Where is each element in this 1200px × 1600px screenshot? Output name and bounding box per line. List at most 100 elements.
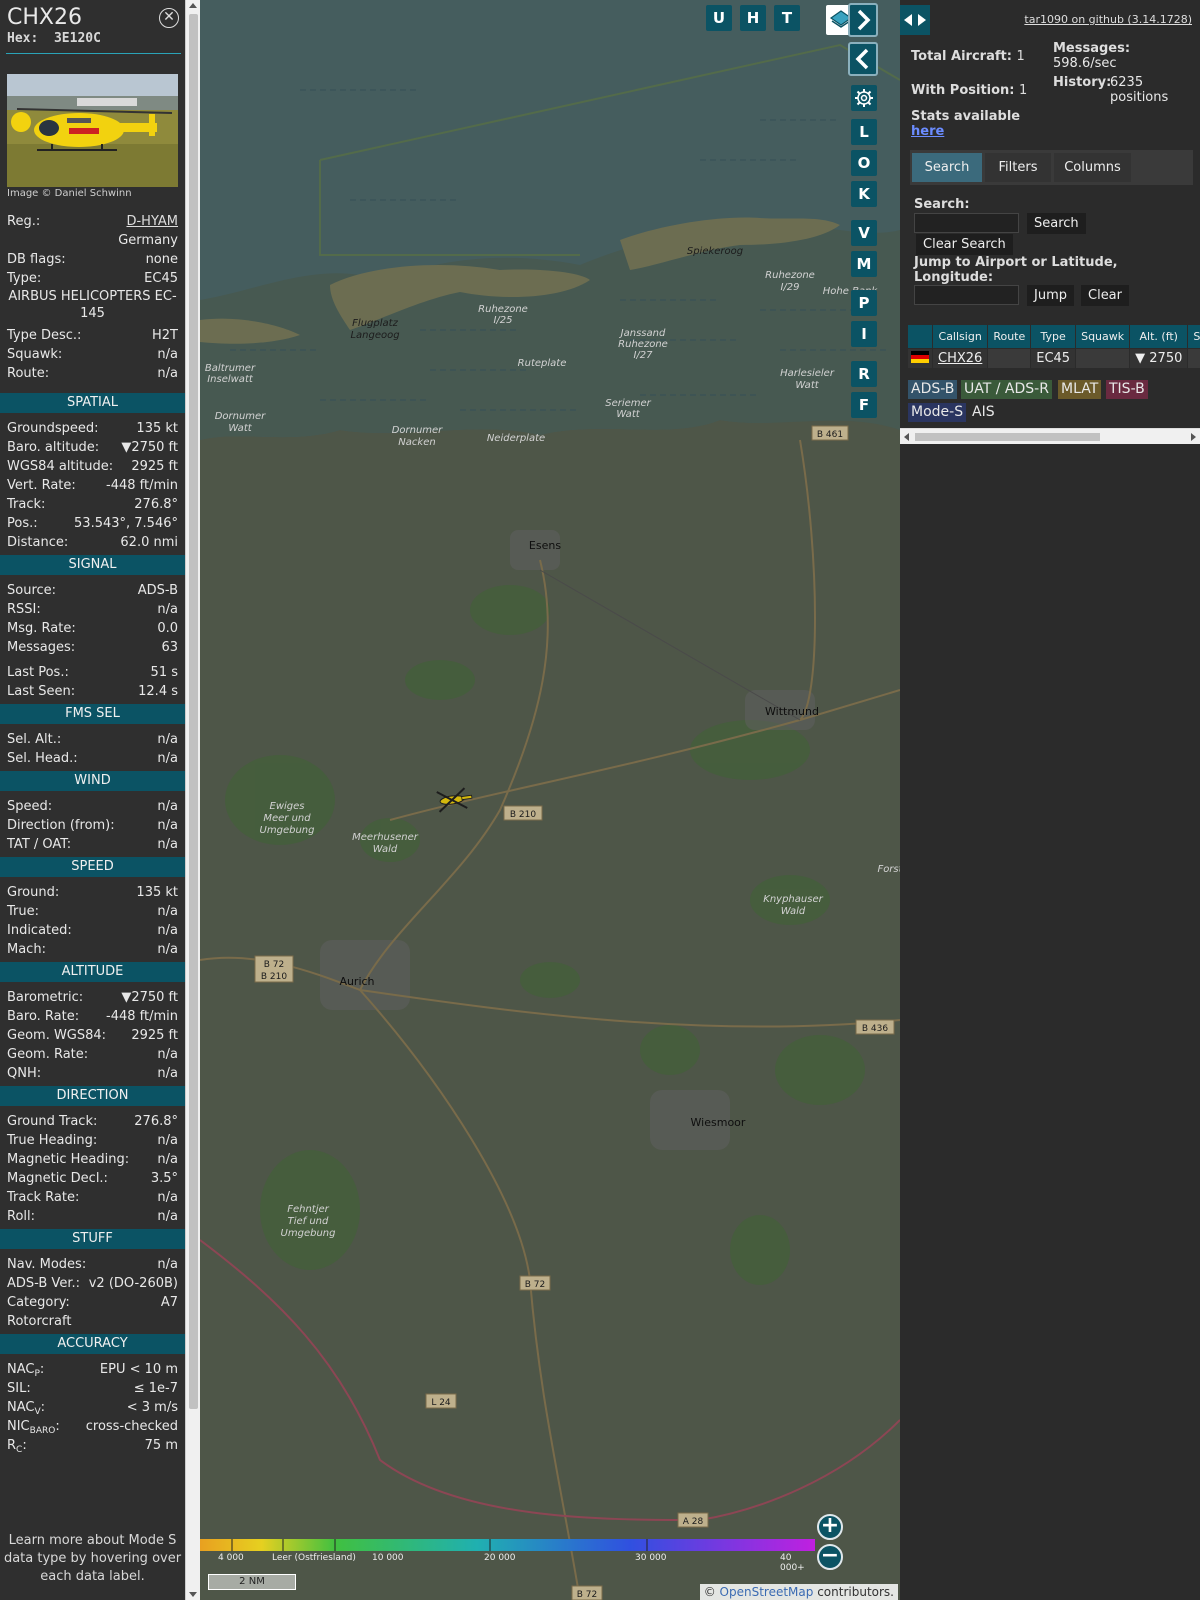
info-key[interactable]: Ground: bbox=[7, 883, 59, 902]
column-header[interactable]: Squawk bbox=[1075, 324, 1131, 349]
info-key[interactable]: Sel. Head.: bbox=[7, 749, 78, 768]
info-key[interactable]: RC: bbox=[7, 1436, 27, 1460]
search-input[interactable] bbox=[914, 213, 1019, 233]
map-button-f[interactable]: F bbox=[851, 392, 877, 418]
badge-modes[interactable]: Mode-S bbox=[908, 403, 967, 422]
map-button-o[interactable]: O bbox=[851, 150, 877, 176]
badge-uat[interactable]: UAT / ADS-R bbox=[961, 380, 1052, 399]
collapse-panel-button[interactable] bbox=[848, 42, 878, 76]
info-key[interactable]: RSSI: bbox=[7, 600, 41, 619]
info-key[interactable]: Last Seen: bbox=[7, 682, 75, 701]
info-key[interactable]: Category: bbox=[7, 1293, 70, 1312]
zoom-in-icon[interactable]: + bbox=[817, 1514, 843, 1540]
scroll-down-icon[interactable] bbox=[189, 1592, 197, 1597]
info-key-text: Track Rate: bbox=[7, 1190, 80, 1205]
info-key[interactable]: Source: bbox=[7, 581, 56, 600]
info-key[interactable]: ADS-B Ver.: bbox=[7, 1274, 80, 1293]
jump-button[interactable]: Jump bbox=[1027, 285, 1074, 306]
map-button-u[interactable]: U bbox=[706, 5, 732, 31]
map-button-m[interactable]: M bbox=[851, 251, 877, 277]
close-icon[interactable]: ✕ bbox=[159, 8, 179, 28]
stats-here-link[interactable]: here bbox=[911, 124, 944, 139]
jump-input[interactable] bbox=[914, 285, 1019, 305]
scroll-right-icon[interactable] bbox=[1191, 433, 1196, 441]
callsign-link[interactable]: CHX26 bbox=[938, 351, 982, 366]
info-key[interactable]: Baro. altitude: bbox=[7, 438, 99, 457]
clear-search-button[interactable]: Clear Search bbox=[916, 234, 1013, 255]
search-button[interactable]: Search bbox=[1027, 213, 1086, 234]
column-header[interactable]: Spd bbox=[1187, 324, 1200, 349]
info-key[interactable]: Last Pos.: bbox=[7, 663, 69, 682]
info-key[interactable]: Indicated: bbox=[7, 921, 72, 940]
info-key[interactable]: Mach: bbox=[7, 940, 46, 959]
info-key[interactable]: True Heading: bbox=[7, 1131, 97, 1150]
tab-search[interactable]: Search bbox=[912, 153, 982, 182]
info-key[interactable]: Baro. Rate: bbox=[7, 1007, 79, 1026]
info-key[interactable]: Geom. WGS84: bbox=[7, 1026, 106, 1045]
info-key[interactable]: Magnetic Heading: bbox=[7, 1150, 129, 1169]
map-button-r[interactable]: R bbox=[851, 361, 877, 387]
column-header[interactable]: Route bbox=[987, 324, 1032, 349]
map-button-v[interactable]: V bbox=[851, 220, 877, 246]
tab-filters[interactable]: Filters bbox=[985, 153, 1051, 182]
settings-gear-icon[interactable] bbox=[851, 85, 877, 111]
map-button-h[interactable]: H bbox=[740, 5, 766, 31]
badge-mlat[interactable]: MLAT bbox=[1058, 380, 1102, 399]
info-key[interactable]: Speed: bbox=[7, 797, 52, 816]
info-key[interactable]: Distance: bbox=[7, 533, 68, 552]
info-key[interactable]: TAT / OAT: bbox=[7, 835, 71, 854]
map-button-k[interactable]: K bbox=[851, 181, 877, 207]
column-header[interactable]: Alt. (ft) bbox=[1129, 324, 1189, 349]
info-key[interactable]: WGS84 altitude: bbox=[7, 457, 113, 476]
table-row[interactable]: CHX26 EC45 ▼ 2750 bbox=[907, 348, 1200, 369]
toggle-sidebar-button[interactable] bbox=[900, 5, 930, 35]
osm-link[interactable]: OpenStreetMap bbox=[720, 1585, 814, 1599]
scrollbar-thumb[interactable] bbox=[189, 14, 198, 1409]
table-horizontal-scrollbar[interactable] bbox=[900, 428, 1200, 444]
info-key[interactable]: Nav. Modes: bbox=[7, 1255, 86, 1274]
info-key[interactable]: QNH: bbox=[7, 1064, 41, 1083]
tab-columns[interactable]: Columns bbox=[1054, 153, 1131, 182]
info-key[interactable]: Vert. Rate: bbox=[7, 476, 76, 495]
badge-tisb[interactable]: TIS-B bbox=[1106, 380, 1148, 399]
map-button-t[interactable]: T bbox=[774, 5, 800, 31]
info-key[interactable]: Messages: bbox=[7, 638, 75, 657]
info-key[interactable]: Sel. Alt.: bbox=[7, 730, 61, 749]
zoom-out-icon[interactable]: − bbox=[817, 1544, 843, 1570]
info-key[interactable]: Msg. Rate: bbox=[7, 619, 76, 638]
map-button-p[interactable]: P bbox=[851, 290, 877, 316]
info-key[interactable]: Track: bbox=[7, 495, 45, 514]
info-key[interactable]: SIL: bbox=[7, 1379, 31, 1398]
column-header[interactable]: Callsign bbox=[931, 324, 989, 349]
row-callsign[interactable]: CHX26 bbox=[931, 348, 989, 369]
github-link[interactable]: tar1090 on github (3.14.1728) bbox=[1024, 13, 1192, 26]
badge-adsb[interactable]: ADS-B bbox=[908, 380, 958, 399]
info-panel-scrollbar[interactable] bbox=[185, 0, 200, 1600]
column-header[interactable] bbox=[907, 324, 933, 349]
aircraft-photo[interactable] bbox=[7, 74, 178, 187]
map-button-l[interactable]: L bbox=[851, 119, 877, 145]
scroll-up-icon[interactable] bbox=[189, 3, 197, 8]
info-key[interactable]: Barometric: bbox=[7, 988, 83, 1007]
map-view[interactable]: Spiekeroog Ruhezone I/29 Hohe Bank Flugpl… bbox=[200, 0, 900, 1600]
badge-ais[interactable]: AIS bbox=[969, 403, 998, 422]
info-key[interactable]: Ground Track: bbox=[7, 1112, 97, 1131]
column-header[interactable]: Type bbox=[1030, 324, 1077, 349]
info-key[interactable]: Rotorcraft bbox=[7, 1312, 71, 1331]
info-key[interactable]: True: bbox=[7, 902, 39, 921]
scroll-left-icon[interactable] bbox=[904, 433, 909, 441]
info-key[interactable]: Direction (from): bbox=[7, 816, 115, 835]
map-button-i[interactable]: I bbox=[851, 321, 877, 347]
expand-panel-button[interactable] bbox=[848, 3, 878, 37]
info-key[interactable]: Groundspeed: bbox=[7, 419, 98, 438]
info-key[interactable]: Roll: bbox=[7, 1207, 35, 1226]
map-canvas[interactable]: Spiekeroog RuhezoneI/29 Hohe Bank Flugpl… bbox=[200, 0, 900, 1600]
info-row: Geom. Rate: n/a bbox=[0, 1045, 185, 1064]
info-key[interactable]: Pos.: bbox=[7, 514, 38, 533]
clear-button[interactable]: Clear bbox=[1081, 285, 1129, 306]
info-key[interactable]: Track Rate: bbox=[7, 1188, 79, 1207]
hscroll-thumb[interactable] bbox=[915, 433, 1100, 441]
info-key[interactable]: Magnetic Decl.: bbox=[7, 1169, 108, 1188]
registration-link[interactable]: D-HYAM bbox=[126, 212, 178, 231]
info-key[interactable]: Geom. Rate: bbox=[7, 1045, 88, 1064]
